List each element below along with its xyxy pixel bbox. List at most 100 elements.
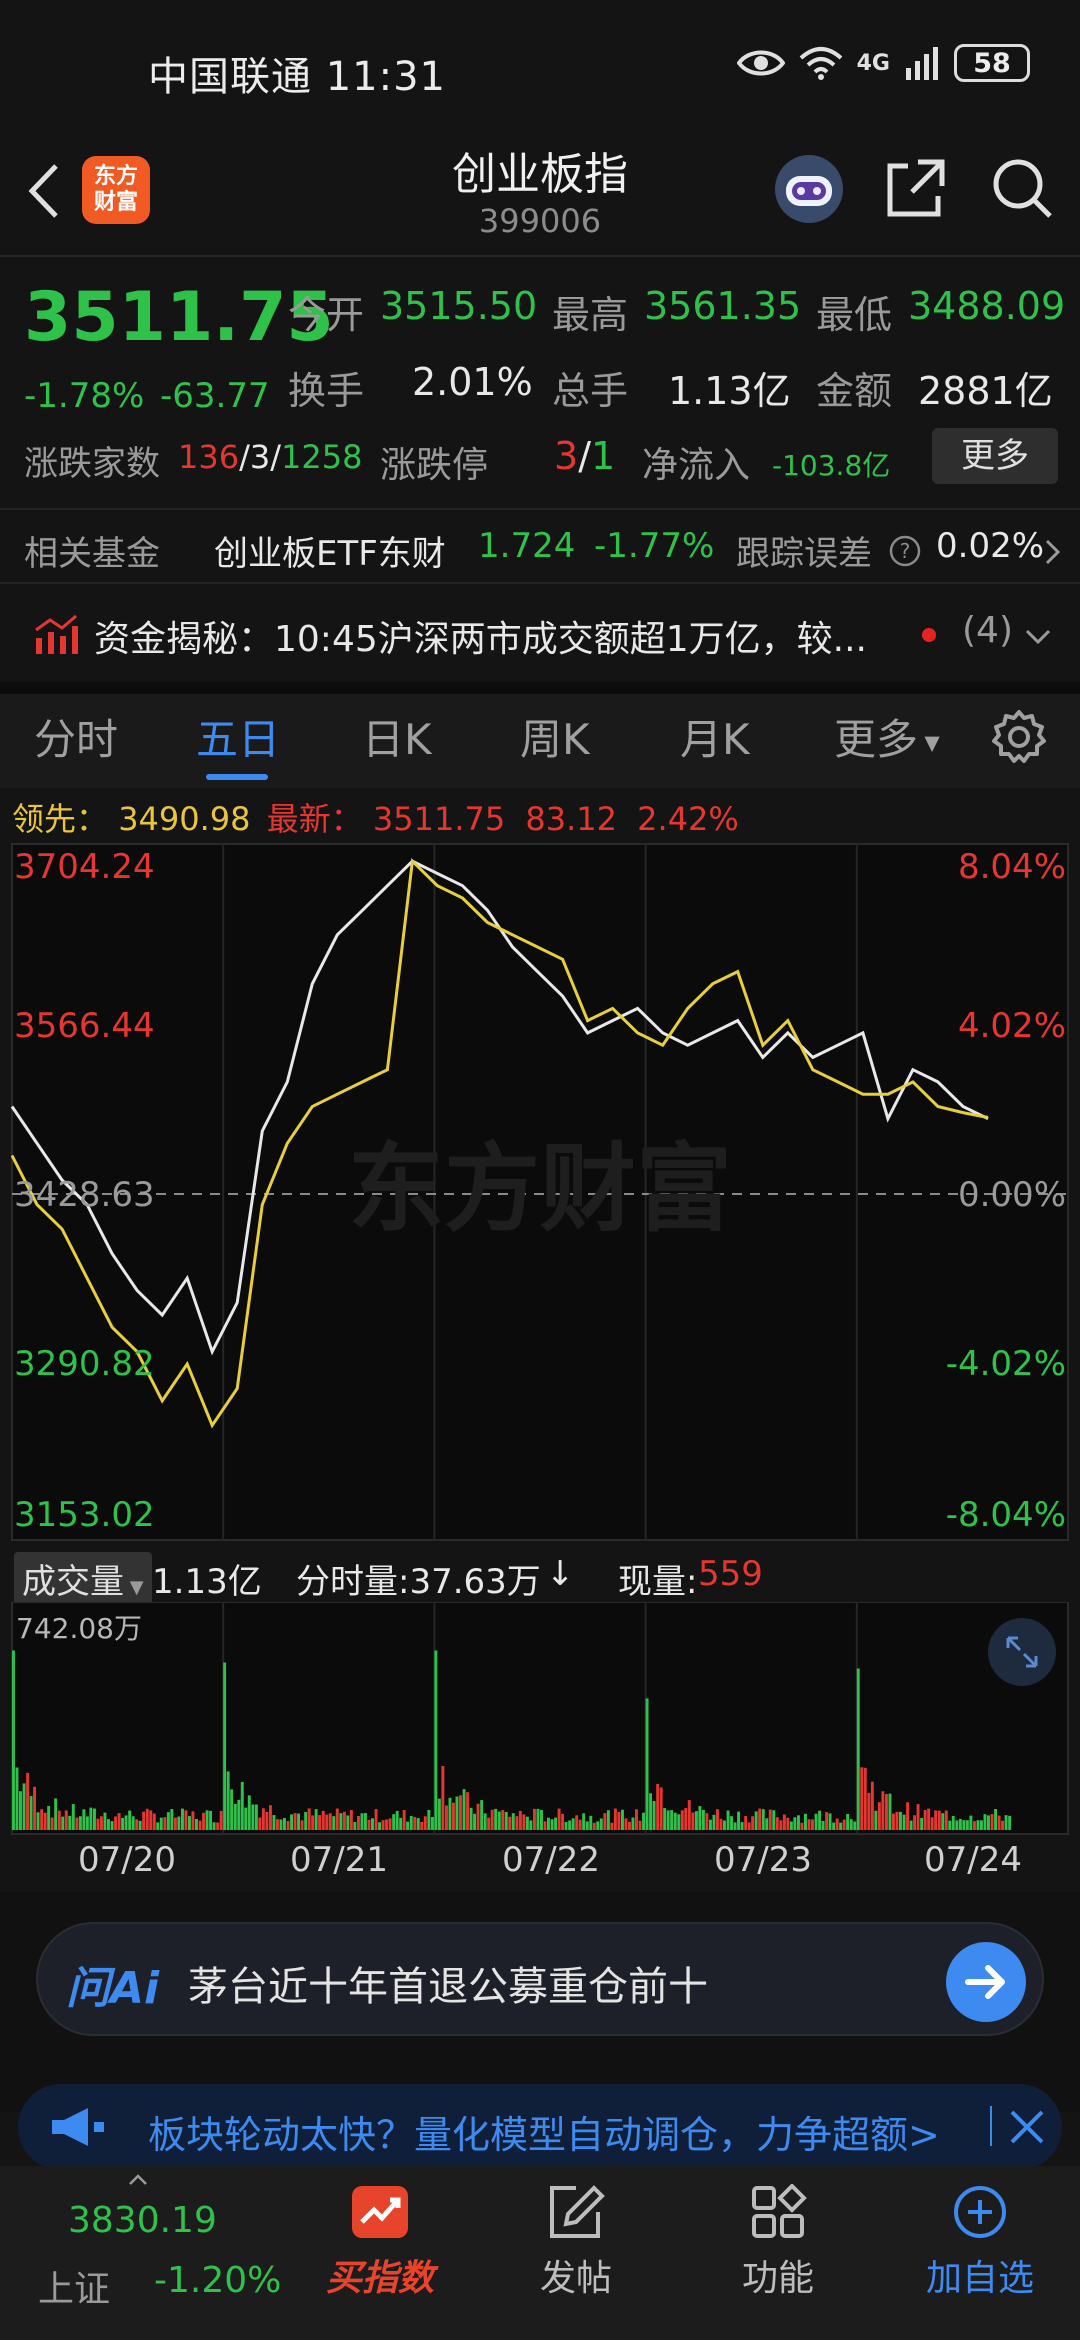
volume-bar <box>216 1822 220 1830</box>
volume-bar <box>110 1821 114 1830</box>
volume-bar <box>293 1813 297 1830</box>
volume-chart[interactable]: 742.08万 <box>0 1602 1080 1836</box>
volume-bar <box>814 1813 818 1830</box>
breadth-down: 1258 <box>281 438 363 476</box>
add-circle-icon <box>954 2186 1006 2238</box>
volume-bar <box>290 1814 294 1830</box>
status-bar: 中国联通 11:31 4G 58 <box>0 0 1080 130</box>
nav-add-label: 加自选 <box>925 2258 1034 2299</box>
volume-bar <box>550 1819 554 1830</box>
volume-bar <box>828 1813 832 1830</box>
volume-bar <box>367 1819 371 1830</box>
nav-add-watchlist[interactable]: 加自选 <box>910 2184 1050 2301</box>
tab-more[interactable]: 更多 ▼ <box>834 706 940 767</box>
volume-bar <box>466 1792 470 1830</box>
nav-functions[interactable]: 功能 <box>708 2183 848 2301</box>
volume-bar <box>582 1813 586 1830</box>
volume-bar <box>522 1814 526 1830</box>
nav-buy-index[interactable]: 买指数 <box>310 2184 450 2301</box>
caret-up-icon <box>129 2174 147 2185</box>
volume-bar <box>437 1798 441 1830</box>
tab-monthly-k[interactable]: 月K <box>680 706 750 767</box>
volume-bar <box>730 1816 734 1830</box>
status-icons: 4G 58 <box>736 44 1030 82</box>
volume-bar <box>624 1818 628 1830</box>
nav-functions-label: 功能 <box>741 2258 814 2299</box>
volume-bar <box>628 1821 631 1830</box>
volume-bar <box>948 1820 952 1830</box>
volume-bar <box>807 1819 811 1830</box>
volume-bar <box>765 1818 769 1830</box>
volume-bar <box>96 1818 100 1830</box>
expand-icon[interactable] <box>988 1618 1056 1686</box>
volume-bar <box>406 1821 410 1830</box>
volume-bar <box>388 1818 392 1830</box>
promo-banner[interactable]: 板块轮动太快？量化模型自动调仓，力争超额> <box>18 2084 1062 2170</box>
ai-search-bar[interactable]: 问Ai 茅台近十年首退公募重仓前十 <box>36 1922 1044 2036</box>
date-tick: 07/23 <box>714 1840 812 1880</box>
more-button[interactable]: 更多 <box>932 428 1058 484</box>
five-day-price-chart[interactable]: 东方财富 3704.24 3566.44 3428.63 3290.82 3153.02… <box>0 842 1080 1546</box>
volume-bar <box>138 1820 142 1830</box>
signal-icon <box>906 47 938 80</box>
ai-query-text: 茅台近十年首退公募重仓前十 <box>188 1964 708 2010</box>
help-icon[interactable]: ? <box>888 534 922 568</box>
fund-label: 相关基金 <box>24 534 160 574</box>
volume-bar <box>402 1810 406 1830</box>
volume-selector[interactable]: 成交量 ▼ <box>14 1552 152 1605</box>
volume-bar <box>497 1811 501 1830</box>
volume-bar <box>698 1806 702 1830</box>
share-icon[interactable] <box>884 156 948 220</box>
volume-bar <box>737 1811 741 1830</box>
gear-icon[interactable] <box>990 708 1048 766</box>
volume-bar <box>128 1810 132 1830</box>
index-ticker[interactable]: 3830.19 上证 -1.20% <box>0 2166 290 2340</box>
volume-bar <box>965 1820 969 1830</box>
volume-bar <box>487 1817 491 1830</box>
volume-bar <box>642 1812 646 1830</box>
volume-bar <box>452 1802 455 1830</box>
volume-total: 1.13亿 <box>152 1562 262 1602</box>
volume-bar <box>423 1816 427 1830</box>
volume-bar <box>107 1819 110 1830</box>
tab-more-label: 更多 <box>834 715 919 764</box>
volume-bar <box>987 1815 990 1830</box>
volume-bar <box>747 1822 751 1830</box>
ai-logo: 问Ai <box>66 1963 160 2014</box>
robot-assistant-icon[interactable] <box>770 150 848 228</box>
tab-five-day[interactable]: 五日 <box>196 706 280 767</box>
volume-bar <box>881 1791 885 1830</box>
nav-post[interactable]: 发帖 <box>506 2184 646 2301</box>
volume-selector-label: 成交量 <box>22 1562 124 1602</box>
volume-bar <box>307 1808 311 1830</box>
tab-intraday[interactable]: 分时 <box>34 706 118 767</box>
news-ticker[interactable]: 资金揭秘：10:45沪深两市成交额超1万亿，较... (4) <box>0 600 1080 670</box>
volume-bar <box>863 1767 867 1830</box>
volume-bar <box>599 1818 603 1830</box>
close-icon[interactable] <box>1008 2108 1046 2146</box>
volume-bar <box>483 1813 487 1830</box>
volume-bar <box>860 1767 864 1830</box>
volume-bar <box>779 1820 783 1830</box>
volume-bar <box>100 1816 103 1830</box>
chevron-down-icon[interactable] <box>1024 628 1052 646</box>
chevron-right-icon <box>1045 539 1061 565</box>
search-icon[interactable] <box>990 156 1054 220</box>
volume-bar <box>184 1810 188 1830</box>
volume-bar <box>202 1812 206 1830</box>
volume-bar <box>635 1809 638 1830</box>
ai-submit-button[interactable] <box>946 1942 1026 2022</box>
volume-bar <box>529 1820 533 1830</box>
related-fund-row[interactable]: 相关基金 创业板ETF东财 1.724 -1.77% 跟踪误差 ? 0.02% <box>0 520 1080 580</box>
volume-bar <box>78 1816 82 1830</box>
volume-value: 1.13亿 <box>668 369 791 413</box>
volume-bar <box>825 1812 829 1830</box>
tab-daily-k[interactable]: 日K <box>362 706 432 767</box>
lead-label: 领先： <box>12 800 109 838</box>
tab-weekly-k[interactable]: 周K <box>520 706 590 767</box>
volume-bar <box>346 1815 350 1830</box>
volume-bar <box>606 1810 610 1830</box>
volume-bar <box>902 1814 906 1830</box>
volume-bar <box>504 1812 508 1830</box>
volume-bar <box>226 1771 230 1830</box>
